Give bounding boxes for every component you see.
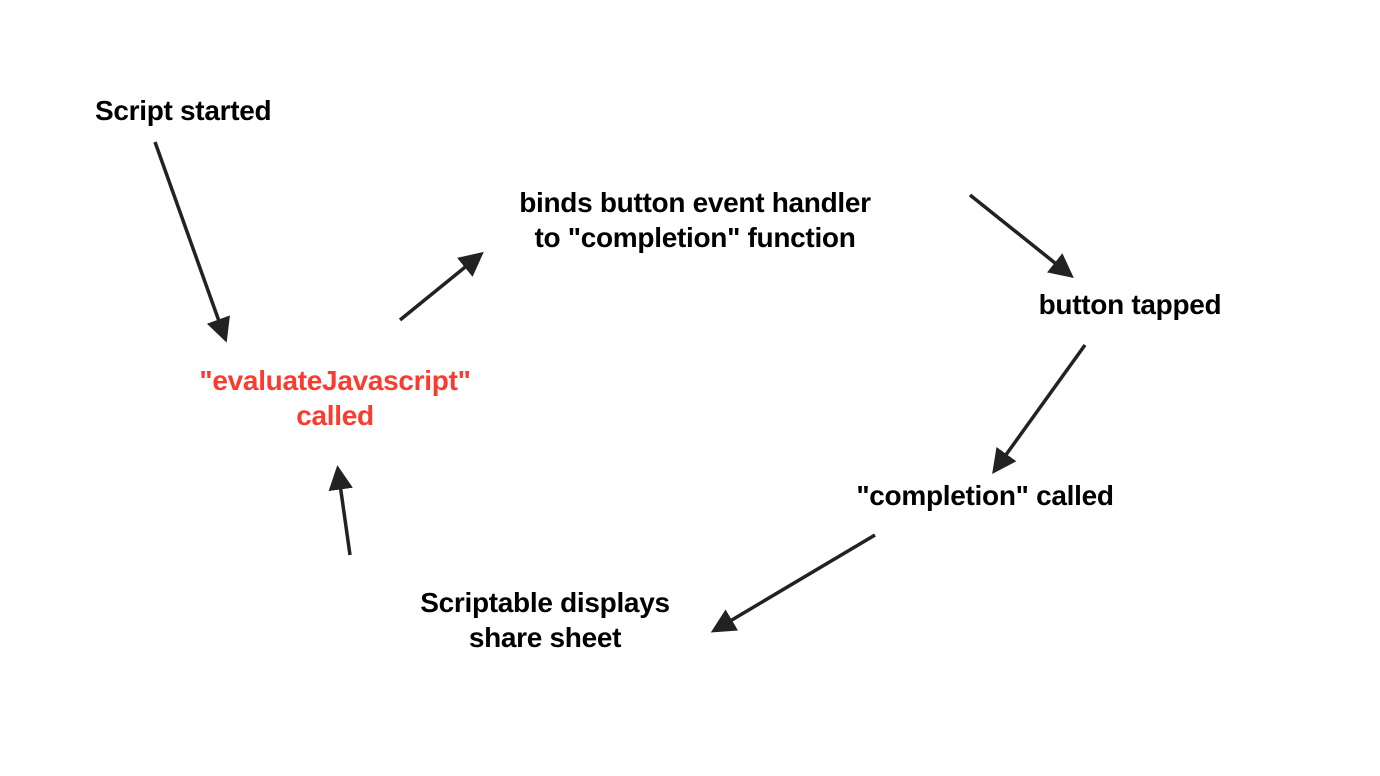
node-share-sheet: Scriptable displays share sheet [410, 585, 680, 655]
arrow-binds-to-tapped [970, 195, 1070, 275]
node-evaluate-javascript: "evaluateJavascript" called [180, 363, 490, 433]
node-completion-called: "completion" called [835, 478, 1135, 513]
diagram-stage: Script started "evaluateJavascript" call… [0, 0, 1380, 776]
arrow-tapped-to-completion [995, 345, 1085, 470]
arrow-evaluate-to-binds [400, 255, 480, 320]
arrow-start-to-evaluate [155, 142, 225, 338]
node-script-started: Script started [95, 93, 355, 128]
node-binds-handler: binds button event handler to "completio… [510, 185, 880, 255]
node-button-tapped: button tapped [1010, 287, 1250, 322]
arrow-completion-to-sharesheet [715, 535, 875, 630]
arrow-sharesheet-to-evaluate [338, 470, 350, 555]
